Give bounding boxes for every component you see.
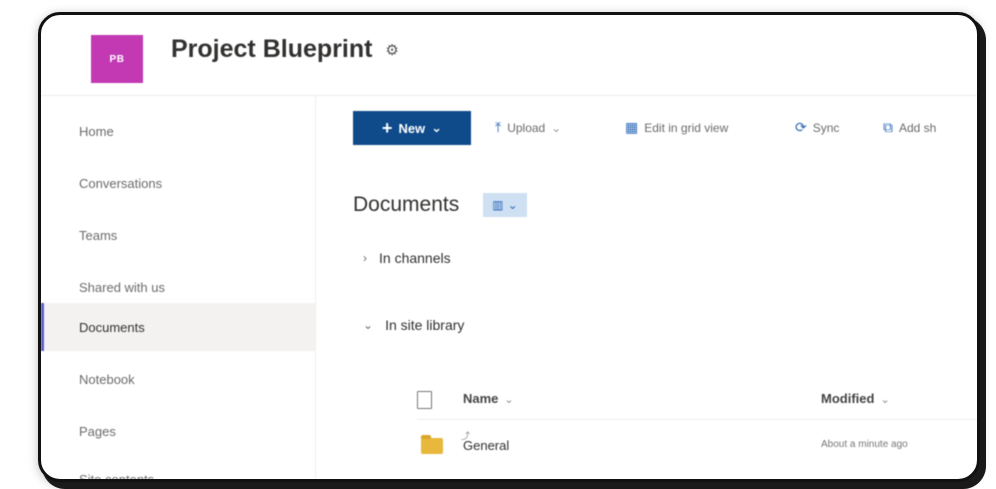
site-title-text: Project Blueprint [171,35,373,63]
section-label: In site library [385,317,465,333]
add-shortcut-label: Add sh [899,120,937,135]
nav-item-home[interactable]: Home [41,107,315,155]
file-type-icon[interactable] [417,391,432,409]
new-button[interactable]: + New ⌄ [353,111,471,145]
nav-item-pages[interactable]: Pages [41,407,315,455]
view-switcher-button[interactable]: ▥ ⌄ [483,193,527,217]
library-icon: ▥ [492,198,504,212]
nav-item-site-contents[interactable]: Site contents [41,455,315,482]
site-logo-initials: PB [109,53,125,65]
sync-label: Sync [812,120,840,135]
row-modified: About a minute ago [821,439,908,450]
nav-item-label: Site contents [79,471,155,482]
upload-icon: ⤒ [495,119,502,135]
section-in-site-library[interactable]: ⌄ In site library [363,317,464,333]
nav-item-label: Shared with us [79,279,165,295]
edit-grid-view-label: Edit in grid view [644,120,729,135]
page-title: Documents [353,193,460,216]
nav-item-conversations[interactable]: Conversations [41,159,315,207]
section-in-channels[interactable]: › In channels [363,250,451,266]
nav-item-label: Documents [79,319,145,335]
nav-item-label: Pages [79,423,116,439]
column-header-label: Name [463,391,499,406]
folder-icon [421,435,443,454]
app-window: PB Project Blueprint ⚙ Home Conversation… [38,12,980,482]
column-header-modified[interactable]: Modified ⌄ [821,391,890,406]
table-row[interactable]: ⤴ General About a minute ago [417,425,977,469]
sync-icon: ⟳ [795,119,807,135]
upload-label: Upload [507,120,546,135]
list-header: Name ⌄ Modified ⌄ [417,385,977,420]
new-button-label: New [398,120,426,136]
edit-grid-view-button[interactable]: ▦ Edit in grid view [625,119,728,136]
section-label: In channels [379,250,451,266]
grid-icon: ▦ [625,119,639,135]
row-name[interactable]: General [463,438,509,453]
plus-icon: + [381,117,393,138]
nav-item-label: Notebook [79,371,135,387]
nav-item-label: Home [79,123,114,139]
sync-button[interactable]: ⟳ Sync [795,119,839,136]
shortcut-icon: ⧉ [883,119,893,135]
chevron-down-icon: ⌄ [504,394,514,406]
nav-item-notebook[interactable]: Notebook [41,355,315,403]
upload-button[interactable]: ⤒ Upload ⌄ [495,119,561,136]
chevron-right-icon: › [363,251,367,265]
chevron-down-icon: ⌄ [551,120,562,135]
chevron-down-icon: ⌄ [880,394,890,406]
add-shortcut-button[interactable]: ⧉ Add sh [883,119,936,136]
left-navigation: Home Conversations Teams Shared with us … [41,95,316,482]
site-title[interactable]: Project Blueprint ⚙ [171,35,399,64]
command-bar: + New ⌄ ⤒ Upload ⌄ ▦ Edit in grid view ⟳… [353,95,977,151]
nav-item-label: Teams [79,227,118,243]
site-logo[interactable]: PB [91,35,143,83]
column-header-name[interactable]: Name ⌄ [463,391,514,406]
nav-item-documents[interactable]: Documents [41,303,315,351]
nav-item-label: Conversations [79,175,163,191]
column-header-label: Modified [821,391,875,406]
chevron-down-icon: ⌄ [363,318,374,332]
site-header: PB Project Blueprint ⚙ [41,15,977,96]
chevron-down-icon: ⌄ [507,198,518,212]
chevron-down-icon: ⌄ [431,120,443,135]
settings-icon[interactable]: ⚙ [385,41,398,59]
nav-item-teams[interactable]: Teams [41,211,315,259]
